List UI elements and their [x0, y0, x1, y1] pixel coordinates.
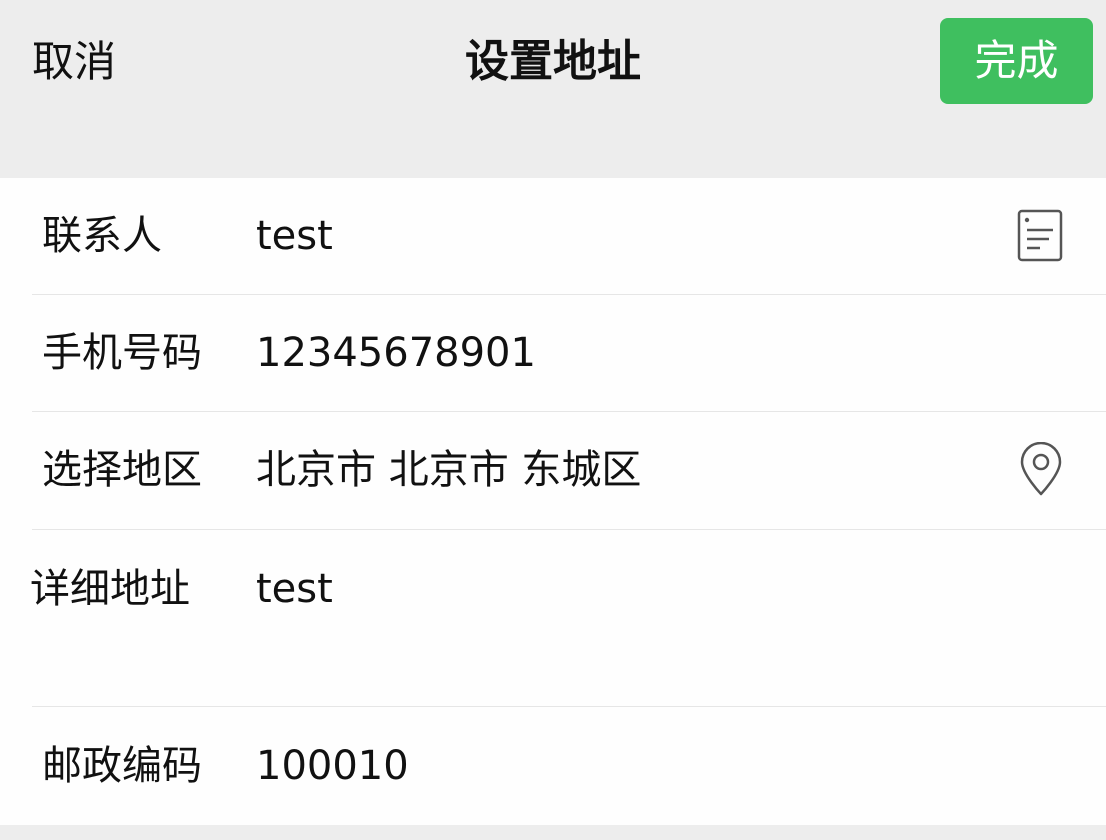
contact-input[interactable]: test — [256, 210, 333, 262]
region-label: 选择地区 — [42, 447, 202, 493]
cancel-button[interactable]: 取消 — [32, 32, 116, 92]
navigation-bar: 设置地址 取消 完成 — [0, 0, 1106, 178]
phone-row[interactable]: 手机号码 12345678901 — [0, 295, 1106, 412]
phone-input[interactable]: 12345678901 — [256, 327, 536, 379]
address-form: 联系人 test 手机号码 12345678901 选择地区 北京市 北京市 东… — [0, 178, 1106, 825]
location-pin-icon[interactable] — [1016, 441, 1066, 498]
postcode-label: 邮政编码 — [42, 743, 202, 789]
contact-card-icon[interactable] — [1016, 208, 1066, 264]
region-row[interactable]: 选择地区 北京市 北京市 东城区 — [0, 412, 1106, 530]
contact-row[interactable]: 联系人 test — [0, 178, 1106, 295]
phone-label: 手机号码 — [42, 330, 202, 376]
contact-label: 联系人 — [42, 213, 162, 259]
detail-address-input[interactable]: test — [256, 563, 333, 615]
done-button[interactable]: 完成 — [940, 18, 1093, 104]
postcode-input[interactable]: 100010 — [256, 740, 409, 792]
postcode-row[interactable]: 邮政编码 100010 — [0, 707, 1106, 825]
detail-address-label: 详细地址 — [30, 566, 190, 612]
detail-address-row[interactable]: 详细地址 test — [0, 530, 1106, 707]
bottom-spacer — [0, 825, 1106, 840]
region-value[interactable]: 北京市 北京市 东城区 — [256, 444, 641, 496]
